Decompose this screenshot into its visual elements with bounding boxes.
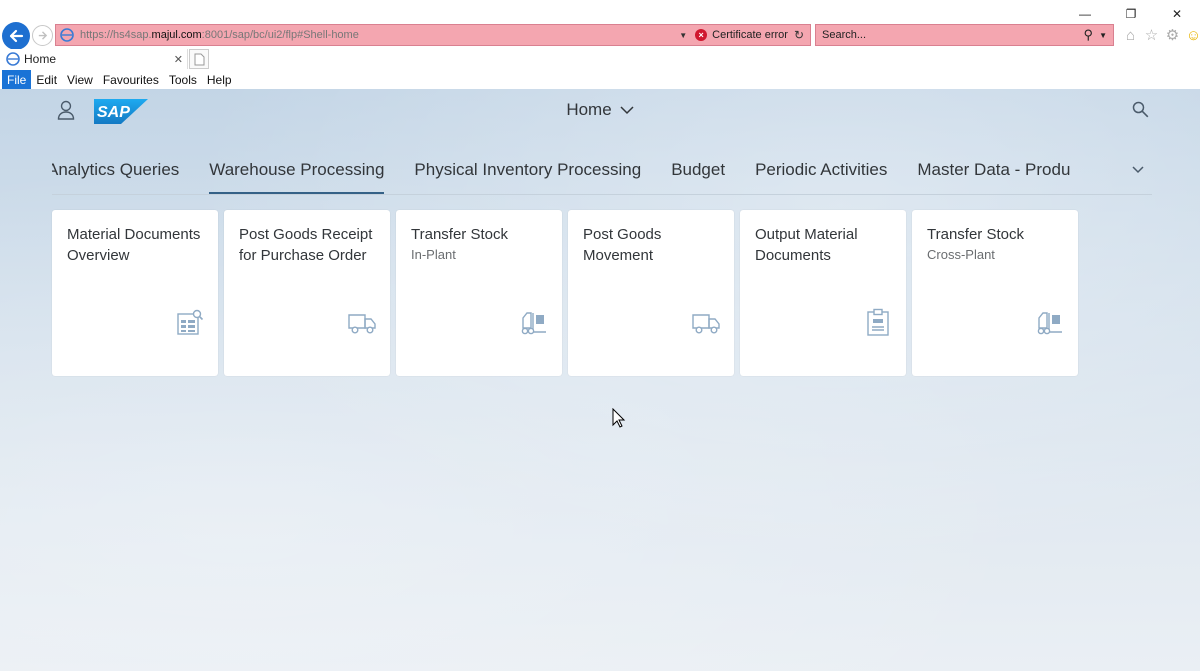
- tile-subtitle: In-Plant: [411, 247, 456, 262]
- window-controls: — ❐ ✕: [1062, 4, 1200, 24]
- chevron-down-icon: [620, 106, 634, 115]
- close-window-button[interactable]: ✕: [1154, 4, 1200, 24]
- tab-close-icon[interactable]: ✕: [174, 53, 183, 66]
- truck-icon: [692, 314, 720, 334]
- refresh-icon[interactable]: ↻: [794, 28, 804, 42]
- certificate-error-icon[interactable]: ×: [695, 29, 708, 41]
- arrow-left-icon: [9, 29, 24, 43]
- mouse-pointer-icon: [612, 408, 626, 428]
- certificate-error-label[interactable]: Certificate error: [712, 29, 788, 41]
- tile-title: Transfer Stock: [411, 226, 508, 243]
- tile-group: Material Documents Overview Post Goods R…: [52, 210, 1078, 376]
- url-suffix: :8001/sap/bc/ui2/flp#Shell-home: [201, 29, 359, 41]
- shell-title[interactable]: Home: [0, 100, 1200, 120]
- anchor-item-periodic-activities[interactable]: Periodic Activities: [755, 160, 887, 194]
- search-dropdown-icon[interactable]: ▼: [1099, 31, 1107, 40]
- fiori-launchpad: SAP Home Analytics Queries Warehouse Pro…: [0, 89, 1200, 671]
- truck-icon: [348, 314, 376, 334]
- tile-title: Output Material Documents: [755, 226, 858, 264]
- forklift-icon: [521, 312, 546, 335]
- shell-title-label: Home: [566, 100, 612, 119]
- menu-help[interactable]: Help: [202, 70, 237, 89]
- minimize-button[interactable]: —: [1062, 4, 1108, 24]
- tile-title: Post Goods Receipt for Purchase Order: [239, 226, 373, 264]
- forward-button[interactable]: [32, 25, 53, 46]
- feedback-smiley-icon[interactable]: ☺: [1185, 26, 1200, 44]
- url-prefix: https://hs4sap.: [80, 29, 152, 41]
- ie-tab-icon: [6, 52, 20, 66]
- clipboard-icon: [867, 308, 889, 336]
- tile-subtitle: Cross-Plant: [927, 247, 995, 262]
- tile-post-goods-movement[interactable]: Post Goods Movement: [568, 210, 734, 376]
- tile-title: Transfer Stock: [927, 226, 1024, 243]
- back-button[interactable]: [2, 22, 30, 50]
- anchor-item-budget[interactable]: Budget: [671, 160, 725, 194]
- menu-bar: File Edit View Favourites Tools Help: [0, 70, 1200, 89]
- document-analysis-icon: [177, 309, 204, 335]
- url-host: majul.com: [151, 29, 202, 41]
- anchor-item-physical-inventory[interactable]: Physical Inventory Processing: [414, 160, 641, 194]
- menu-file[interactable]: File: [2, 70, 32, 89]
- ie-page-icon: [60, 28, 74, 42]
- anchor-item-analytics-queries[interactable]: Analytics Queries: [52, 160, 179, 194]
- anchor-overflow-chevron-icon[interactable]: [1130, 161, 1146, 177]
- anchor-item-warehouse-processing[interactable]: Warehouse Processing: [209, 160, 385, 194]
- new-tab-icon: [194, 53, 204, 65]
- search-placeholder: Search...: [822, 29, 867, 41]
- menu-view[interactable]: View: [62, 70, 98, 89]
- tile-material-documents-overview[interactable]: Material Documents Overview: [52, 210, 218, 376]
- anchor-navigation-bar: Analytics Queries Warehouse Processing P…: [52, 155, 1152, 195]
- tile-post-goods-receipt-po[interactable]: Post Goods Receipt for Purchase Order: [224, 210, 390, 376]
- tab-label: Home: [24, 52, 57, 66]
- anchor-item-master-data[interactable]: Master Data - Produ: [917, 160, 1070, 194]
- tile-transfer-stock-cross-plant[interactable]: Transfer Stock Cross-Plant: [912, 210, 1078, 376]
- home-icon[interactable]: ⌂: [1122, 26, 1139, 44]
- menu-favourites[interactable]: Favourites: [98, 70, 164, 89]
- forklift-icon: [1037, 312, 1062, 335]
- tile-output-material-documents[interactable]: Output Material Documents: [740, 210, 906, 376]
- browser-chrome: — ❐ ✕ https://hs4sap. majul.com:8001/sap/…: [0, 0, 1200, 89]
- browser-toolbar-icons: ⌂ ☆ ⚙ ☺: [1122, 26, 1200, 45]
- magnifier-icon[interactable]: ⚲: [1084, 27, 1094, 43]
- restore-button[interactable]: ❐: [1108, 4, 1154, 24]
- menu-tools[interactable]: Tools: [164, 70, 202, 89]
- tile-title: Material Documents Overview: [67, 226, 201, 264]
- tile-title: Post Goods Movement: [583, 226, 662, 264]
- tile-transfer-stock-in-plant[interactable]: Transfer Stock In-Plant: [396, 210, 562, 376]
- arrow-right-icon: [38, 31, 48, 40]
- search-icon[interactable]: [1132, 101, 1149, 118]
- new-tab-button[interactable]: [189, 49, 209, 69]
- favorites-star-icon[interactable]: ☆: [1143, 26, 1160, 44]
- browser-search-box[interactable]: Search... ⚲ ▼: [815, 24, 1114, 46]
- menu-edit[interactable]: Edit: [31, 70, 62, 89]
- settings-gear-icon[interactable]: ⚙: [1164, 26, 1181, 44]
- address-bar[interactable]: https://hs4sap. majul.com:8001/sap/bc/ui2…: [55, 24, 811, 46]
- browser-tab-home[interactable]: Home ✕: [0, 49, 188, 69]
- address-dropdown-icon[interactable]: ▼: [679, 31, 687, 40]
